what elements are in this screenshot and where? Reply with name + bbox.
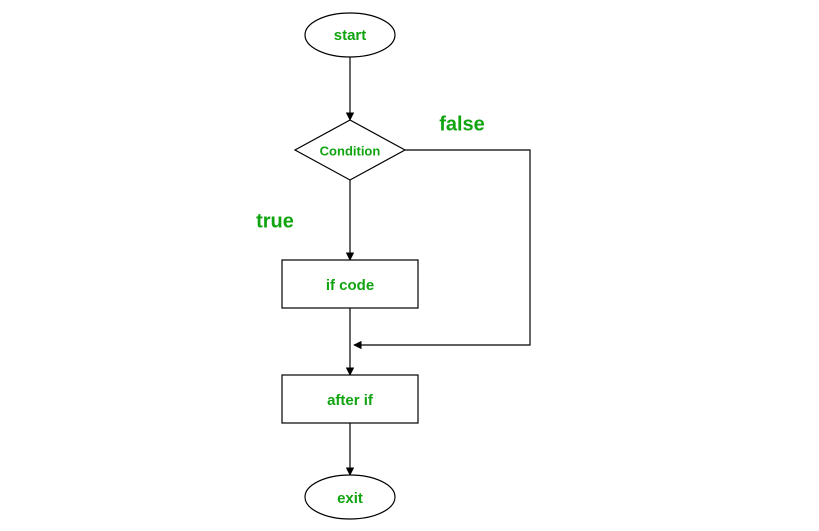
node-exit-label: exit <box>337 490 363 507</box>
edge-condition-false-to-afterif <box>354 150 530 345</box>
node-condition: Condition <box>295 120 405 180</box>
node-condition-label: Condition <box>320 143 381 158</box>
node-exit: exit <box>305 475 395 519</box>
node-start: start <box>305 13 395 57</box>
flowchart-canvas: start Condition true false if code after… <box>0 0 819 531</box>
node-if-code-label: if code <box>326 277 374 294</box>
node-after-if-label: after if <box>327 392 374 409</box>
node-if-code: if code <box>282 260 418 308</box>
edge-label-true: true <box>256 210 294 232</box>
edge-label-false: false <box>439 113 485 135</box>
node-after-if: after if <box>282 375 418 423</box>
node-start-label: start <box>334 27 367 44</box>
